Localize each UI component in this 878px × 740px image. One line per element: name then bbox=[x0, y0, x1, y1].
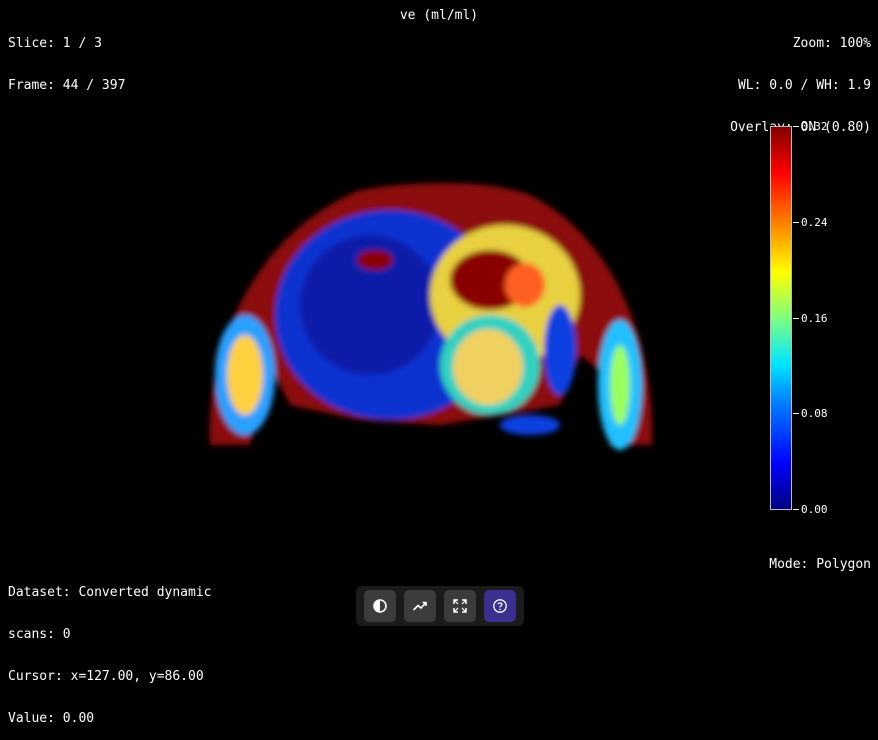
colorbar-gradient bbox=[770, 126, 792, 510]
zoom-label: Zoom: 100% bbox=[792, 36, 871, 51]
time-curve-button[interactable] bbox=[404, 590, 436, 622]
help-icon bbox=[493, 599, 507, 613]
dataset-label: Dataset: Converted dynamic bbox=[8, 585, 212, 600]
fullscreen-icon bbox=[453, 599, 467, 613]
slice-frame-info: Slice: 1 / 3 Frame: 44 / 397 bbox=[8, 9, 125, 107]
contrast-icon bbox=[373, 599, 387, 613]
colorbar-tick bbox=[793, 413, 799, 414]
perfusion-map-overlay bbox=[209, 183, 653, 450]
toolbar bbox=[356, 586, 524, 626]
colorbar-tick-label: 0.00 bbox=[801, 503, 828, 516]
colorbar-tick-label: 0.32 bbox=[801, 120, 828, 133]
value-readout: Value: 0.00 bbox=[8, 711, 95, 726]
colorbar-tick bbox=[793, 222, 799, 223]
colorbar: 0.32 0.24 0.16 0.08 0.00 bbox=[770, 121, 828, 515]
colorbar-tick-label: 0.08 bbox=[801, 407, 828, 420]
trend-chart-icon bbox=[412, 601, 427, 611]
fullscreen-button[interactable] bbox=[444, 590, 476, 622]
help-button[interactable] bbox=[484, 590, 516, 622]
colorbar-tick-label: 0.24 bbox=[801, 216, 828, 229]
scans-label: scans: 0 bbox=[8, 627, 71, 642]
scan-image[interactable] bbox=[190, 175, 670, 485]
slice-label: Slice: 1 / 3 bbox=[8, 36, 102, 51]
colorbar-tick bbox=[793, 509, 799, 510]
colorbar-tick bbox=[793, 126, 799, 127]
colorbar-tick-label: 0.16 bbox=[801, 312, 828, 325]
contrast-button[interactable] bbox=[364, 590, 396, 622]
window-level-label: WL: 0.0 / WH: 1.9 bbox=[737, 78, 871, 93]
colorbar-tick bbox=[793, 318, 799, 319]
mode-label: Mode: Polygon bbox=[769, 557, 871, 572]
frame-label: Frame: 44 / 397 bbox=[8, 78, 126, 93]
cursor-readout: Cursor: x=127.00, y=86.00 bbox=[8, 669, 204, 684]
dataset-info: Dataset: Converted dynamic scans: 0 Curs… bbox=[8, 558, 212, 740]
